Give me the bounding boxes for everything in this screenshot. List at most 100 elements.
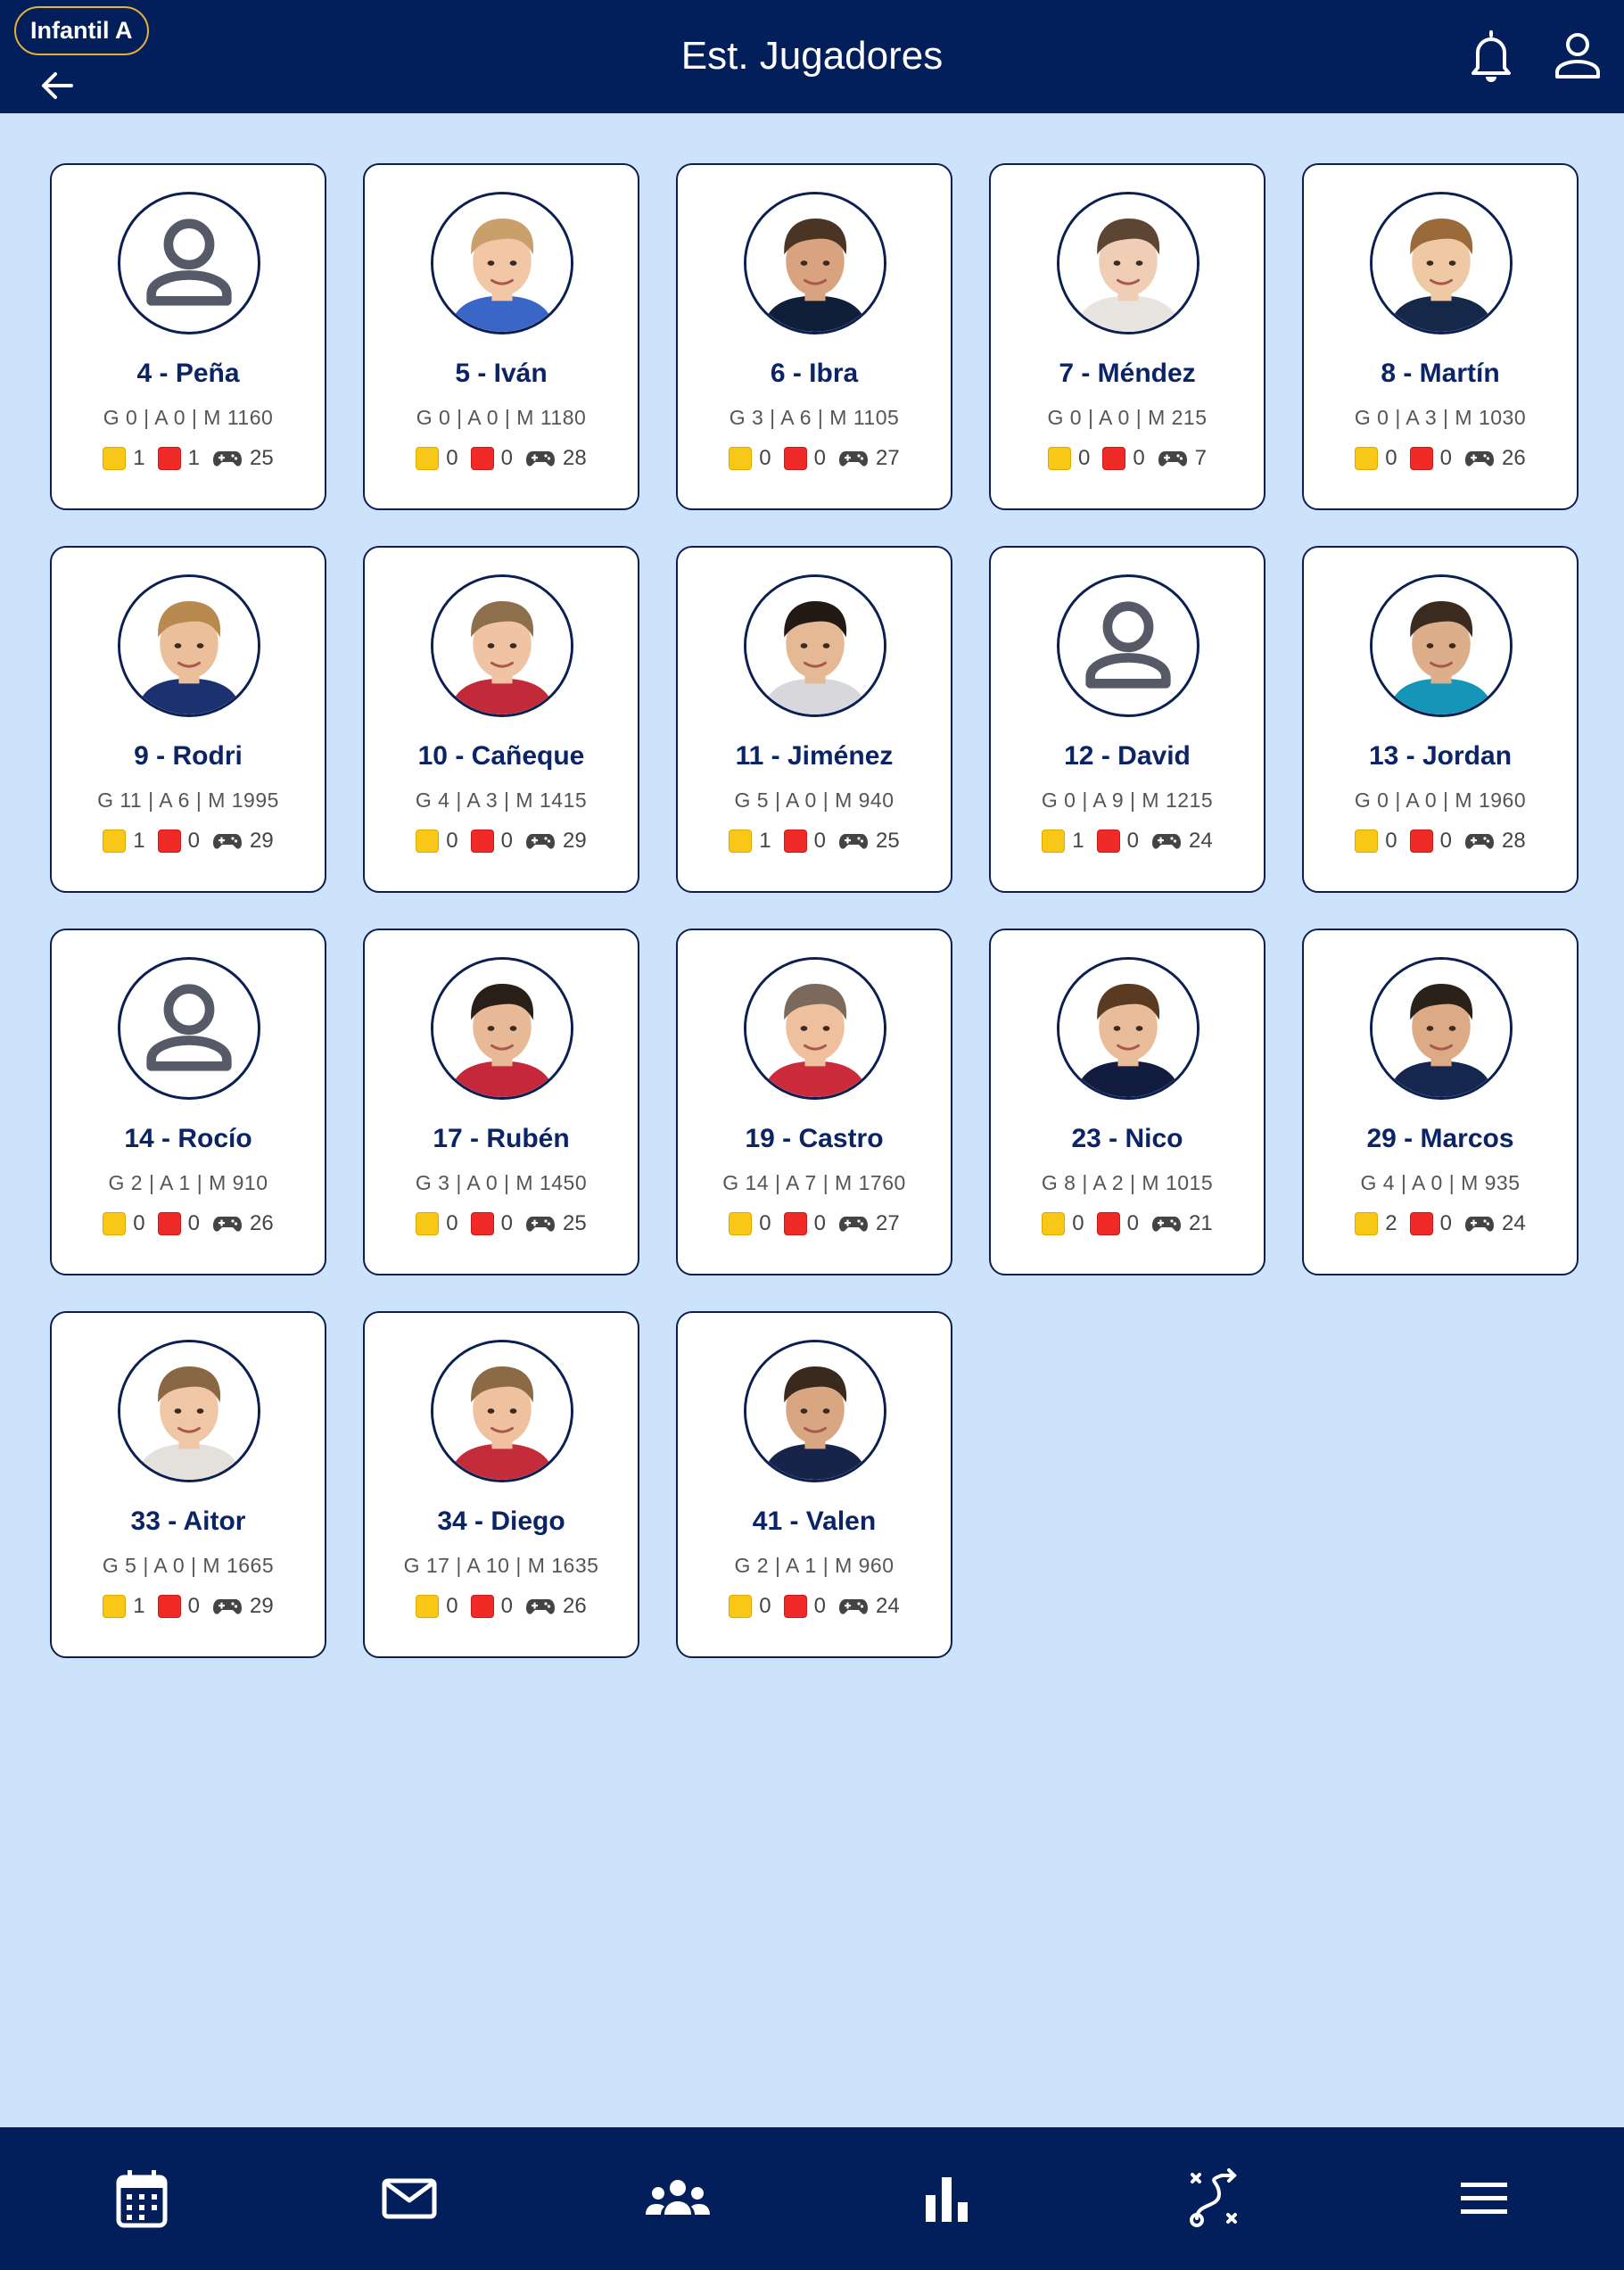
player-card-counts: 1 0 24 bbox=[991, 829, 1264, 854]
player-card[interactable]: 19 - Castro G 14 | A 7 | M 1760 0 0 27 bbox=[676, 929, 952, 1275]
player-card-counts: 0 0 26 bbox=[365, 1594, 638, 1619]
gamepad-icon bbox=[213, 834, 242, 849]
player-card[interactable]: 6 - Ibra G 3 | A 6 | M 1105 0 0 27 bbox=[676, 163, 952, 510]
red-card-icon bbox=[470, 447, 494, 470]
player-card[interactable]: 34 - Diego G 17 | A 10 | M 1635 0 0 26 bbox=[363, 1311, 639, 1658]
player-card[interactable]: 29 - Marcos G 4 | A 0 | M 935 2 0 24 bbox=[1302, 929, 1579, 1275]
player-card-counts: 0 0 24 bbox=[678, 1594, 951, 1619]
player-photo bbox=[433, 577, 571, 714]
nav-calendar[interactable] bbox=[106, 2163, 177, 2234]
player-card[interactable]: 7 - Méndez G 0 | A 0 | M 215 0 0 7 bbox=[989, 163, 1265, 510]
player-avatar bbox=[744, 1340, 886, 1482]
player-card-counts: 2 0 24 bbox=[1304, 1211, 1577, 1236]
matches-count: 28 bbox=[1502, 829, 1526, 853]
player-card[interactable]: 13 - Jordan G 0 | A 0 | M 1960 0 0 28 bbox=[1302, 546, 1579, 893]
red-card-icon bbox=[1409, 1212, 1433, 1235]
player-name: 11 - Jiménez bbox=[735, 741, 894, 771]
yellow-card-icon bbox=[729, 1212, 753, 1235]
player-card-counts: 1 0 25 bbox=[678, 829, 951, 854]
matches-count: 28 bbox=[563, 446, 587, 470]
mail-icon bbox=[382, 2178, 437, 2219]
matches-count: 26 bbox=[250, 1211, 274, 1235]
player-card[interactable]: 9 - Rodri G 11 | A 6 | M 1995 1 0 29 bbox=[50, 546, 326, 893]
player-card[interactable]: 5 - Iván G 0 | A 0 | M 1180 0 0 28 bbox=[363, 163, 639, 510]
player-card[interactable]: 14 - Rocío G 2 | A 1 | M 910 0 0 26 bbox=[50, 929, 326, 1275]
player-card[interactable]: 4 - Peña G 0 | A 0 | M 1160 1 1 25 bbox=[50, 163, 326, 510]
team-badge[interactable]: Infantil A bbox=[14, 6, 149, 55]
player-name: 23 - Nico bbox=[1071, 1124, 1183, 1153]
nav-tactics[interactable] bbox=[1179, 2163, 1250, 2234]
player-avatar bbox=[1057, 957, 1199, 1100]
matches-count: 24 bbox=[1189, 829, 1213, 853]
nav-players[interactable] bbox=[642, 2163, 713, 2234]
gamepad-icon bbox=[839, 1217, 868, 1232]
gamepad-icon bbox=[1465, 451, 1494, 466]
matches-count: 25 bbox=[876, 829, 900, 853]
yellow-card-count: 1 bbox=[1072, 829, 1084, 853]
notifications-button[interactable] bbox=[1468, 29, 1514, 84]
nav-stats[interactable] bbox=[911, 2163, 983, 2234]
red-card-icon bbox=[470, 1595, 494, 1618]
player-photo bbox=[1059, 960, 1197, 1097]
player-stats: G 2 | A 1 | M 960 bbox=[734, 1554, 894, 1577]
back-button[interactable] bbox=[39, 68, 75, 103]
yellow-card-icon bbox=[103, 830, 127, 853]
player-stats: G 0 | A 0 | M 215 bbox=[1047, 406, 1208, 429]
red-card-icon bbox=[783, 447, 807, 470]
player-stats: G 0 | A 9 | M 1215 bbox=[1041, 788, 1214, 812]
player-avatar bbox=[1370, 574, 1513, 717]
player-photo bbox=[746, 194, 884, 332]
red-card-icon bbox=[157, 447, 181, 470]
nav-messages[interactable] bbox=[374, 2163, 445, 2234]
red-card-count: 0 bbox=[1126, 1211, 1139, 1235]
red-card-count: 0 bbox=[1439, 1211, 1452, 1235]
matches-count: 25 bbox=[250, 446, 274, 470]
gamepad-icon bbox=[526, 834, 555, 849]
yellow-card-count: 2 bbox=[1385, 1211, 1397, 1235]
player-card[interactable]: 41 - Valen G 2 | A 1 | M 960 0 0 24 bbox=[676, 1311, 952, 1658]
player-card-counts: 0 0 28 bbox=[365, 446, 638, 471]
player-avatar bbox=[431, 192, 573, 334]
red-card-icon bbox=[783, 1595, 807, 1618]
red-card-icon bbox=[470, 1212, 494, 1235]
yellow-card-icon bbox=[1355, 1212, 1379, 1235]
yellow-card-count: 1 bbox=[133, 1594, 145, 1618]
gamepad-icon bbox=[839, 834, 868, 849]
person-placeholder-icon bbox=[1085, 601, 1171, 689]
player-card[interactable]: 10 - Cañeque G 4 | A 3 | M 1415 0 0 29 bbox=[363, 546, 639, 893]
yellow-card-count: 1 bbox=[133, 829, 145, 853]
player-name: 5 - Iván bbox=[455, 359, 548, 388]
red-card-count: 0 bbox=[187, 1594, 200, 1618]
player-card[interactable]: 17 - Rubén G 3 | A 0 | M 1450 0 0 25 bbox=[363, 929, 639, 1275]
matches-count: 29 bbox=[563, 829, 587, 853]
player-card[interactable]: 33 - Aitor G 5 | A 0 | M 1665 1 0 29 bbox=[50, 1311, 326, 1658]
player-photo bbox=[746, 960, 884, 1097]
yellow-card-icon bbox=[1042, 830, 1066, 853]
player-card[interactable]: 12 - David G 0 | A 9 | M 1215 1 0 24 bbox=[989, 546, 1265, 893]
red-card-icon bbox=[157, 830, 181, 853]
red-card-count: 0 bbox=[813, 1594, 826, 1618]
profile-button[interactable] bbox=[1553, 30, 1603, 80]
player-card[interactable]: 11 - Jiménez G 5 | A 0 | M 940 1 0 25 bbox=[676, 546, 952, 893]
yellow-card-icon bbox=[1355, 830, 1379, 853]
player-name: 12 - David bbox=[1064, 741, 1191, 771]
gamepad-icon bbox=[839, 1599, 868, 1614]
matches-count: 29 bbox=[250, 1594, 274, 1618]
gamepad-icon bbox=[213, 1217, 242, 1232]
gamepad-icon bbox=[526, 1217, 555, 1232]
gamepad-icon bbox=[213, 451, 242, 466]
player-avatar bbox=[118, 957, 260, 1100]
player-name: 19 - Castro bbox=[745, 1124, 884, 1153]
player-card[interactable]: 23 - Nico G 8 | A 2 | M 1015 0 0 21 bbox=[989, 929, 1265, 1275]
nav-menu[interactable] bbox=[1448, 2163, 1520, 2234]
player-card[interactable]: 8 - Martín G 0 | A 3 | M 1030 0 0 26 bbox=[1302, 163, 1579, 510]
player-photo bbox=[1373, 577, 1510, 714]
matches-count: 7 bbox=[1194, 446, 1208, 470]
yellow-card-count: 0 bbox=[133, 1211, 145, 1235]
person-placeholder-icon bbox=[146, 984, 232, 1071]
yellow-card-icon bbox=[729, 1595, 753, 1618]
yellow-card-count: 1 bbox=[133, 446, 145, 470]
red-card-icon bbox=[1096, 1212, 1120, 1235]
player-stats: G 0 | A 3 | M 1030 bbox=[1354, 406, 1527, 429]
red-card-count: 0 bbox=[1126, 829, 1139, 853]
